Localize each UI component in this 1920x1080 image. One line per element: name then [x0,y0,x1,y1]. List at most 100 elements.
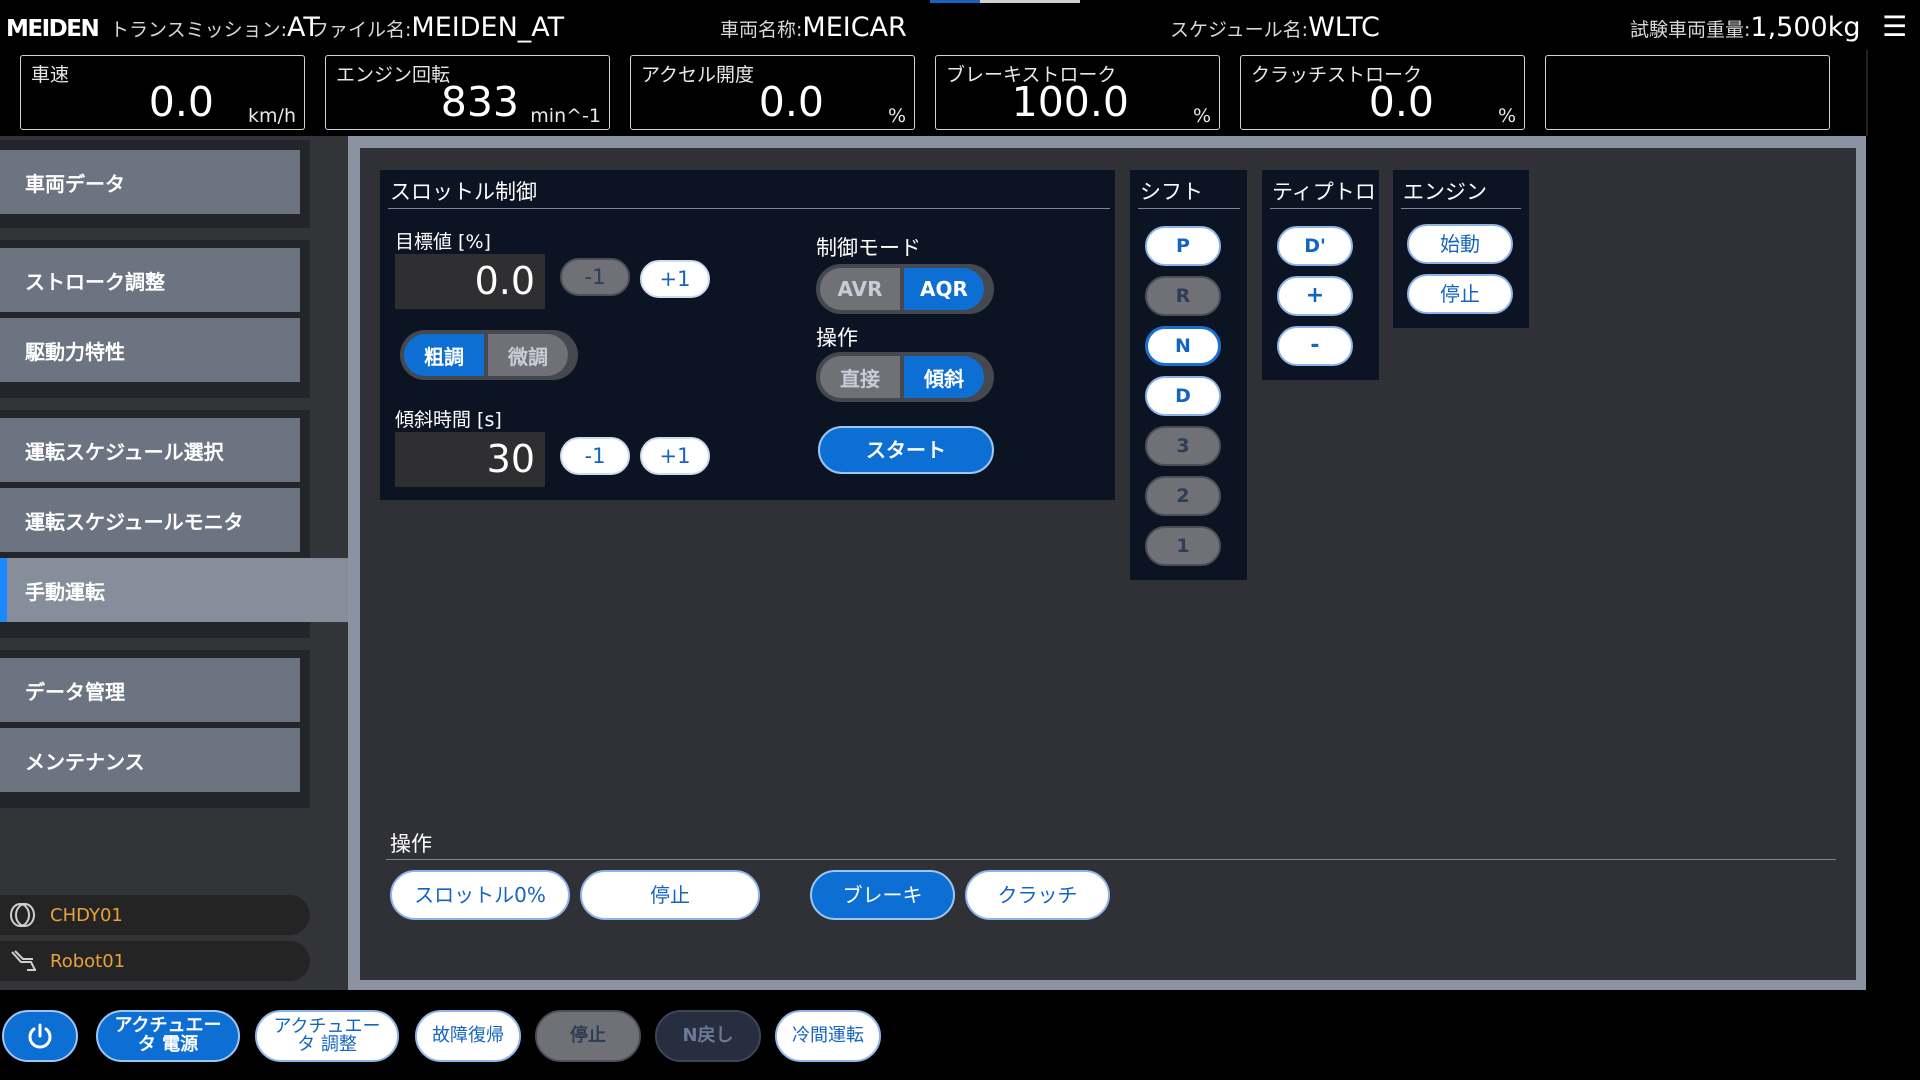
tiptronic-d-prime-button[interactable]: D' [1277,226,1353,266]
panel-title: スロットル制御 [390,180,537,204]
op-direct-option[interactable]: 直接 [820,356,900,398]
device-robot01[interactable]: Robot01 [0,941,310,981]
divider [388,208,1110,209]
gauge-unit: % [1497,105,1516,127]
hamburger-menu-icon[interactable]: ☰ [1882,10,1907,43]
divider [1138,208,1240,209]
target-minus-button[interactable]: -1 [560,258,630,296]
sidebar-item-drive-force[interactable]: 駆動力特性 [0,318,300,382]
transmission-label: トランスミッション: [110,19,288,41]
fault-reset-button[interactable]: 故障復帰 [415,1010,521,1062]
control-mode-toggle[interactable]: AVR AQR [816,264,994,314]
op-ramp-option[interactable]: 傾斜 [904,356,984,398]
schedule-label: スケジュール名: [1170,19,1309,41]
file-value: MEIDEN_AT [411,12,565,43]
meiden-logo: MEIDEN [6,16,100,42]
divider [386,859,1836,860]
sidebar-item-stroke-adjust[interactable]: ストローク調整 [0,248,300,312]
panel-title: エンジン [1403,180,1487,204]
gauge-strip: 車速 0.0 km/h エンジン回転 833 min^-1 アクセル開度 0.0… [0,50,1920,136]
nav-group-data: データ管理 メンテナンス [0,650,310,808]
control-mode-label: 制御モード [816,236,921,260]
brake-button[interactable]: ブレーキ [810,870,955,920]
sidebar-item-label: 車両データ [25,171,125,196]
nav-group-schedule: 運転スケジュール選択 運転スケジュールモニタ 手動運転 [0,410,360,638]
nav-group-adjust: ストローク調整 駆動力特性 [0,240,310,398]
transmission-info: トランスミッション:AT [110,12,320,43]
device-chdy01[interactable]: CHDY01 [0,895,310,935]
file-label: ファイル名: [310,19,412,41]
gauge-unit: min^-1 [530,105,601,127]
sidebar-item-maintenance[interactable]: メンテナンス [0,728,300,792]
vehicle-info: 車両名称:MEICAR [720,12,907,43]
fine-adjust-option[interactable]: 微調 [488,334,568,376]
gear-1-button[interactable]: 1 [1145,526,1221,566]
manual-drive-panel: スロットル制御 目標値 [%] 0.0 -1 +1 粗調 微調 傾斜時間 [s]… [360,148,1856,980]
file-info: ファイル名:MEIDEN_AT [310,12,564,43]
engine-stop-button[interactable]: 停止 [1407,274,1513,314]
gauge-value: 0.0 [148,78,214,126]
gauge-unit: % [887,105,906,127]
gauge-label: 車速 [31,64,70,86]
header-bar: MEIDEN トランスミッション:AT ファイル名:MEIDEN_AT 車両名称… [0,0,1920,50]
gear-d-button[interactable]: D [1145,376,1221,416]
gauge-accelerator: アクセル開度 0.0 % [630,55,915,130]
sidebar: 車両データ ストローク調整 駆動力特性 運転スケジュール選択 運転スケジュールモ… [0,136,360,990]
weight-label: 試験車両重量: [1630,19,1751,41]
divider [1270,208,1372,209]
adjust-toggle[interactable]: 粗調 微調 [400,330,578,380]
ramp-minus-button[interactable]: -1 [560,437,630,475]
sidebar-item-data-management[interactable]: データ管理 [0,658,300,722]
target-value-display: 0.0 [395,254,545,309]
sidebar-item-schedule-select[interactable]: 運転スケジュール選択 [0,418,300,482]
throttle-zero-button[interactable]: スロットル0% [390,870,570,920]
sidebar-item-manual-drive[interactable]: 手動運転 [0,558,360,622]
sidebar-item-label: メンテナンス [25,749,145,774]
gear-2-button[interactable]: 2 [1145,476,1221,516]
sidebar-item-label: 運転スケジュールモニタ [25,509,244,534]
sidebar-item-schedule-monitor[interactable]: 運転スケジュールモニタ [0,488,300,552]
gauge-value: 833 [440,78,519,126]
target-label: 目標値 [%] [395,231,491,253]
n-return-button[interactable]: N戻し [655,1010,761,1062]
cold-run-button[interactable]: 冷間運転 [775,1010,881,1062]
gear-p-button[interactable]: P [1145,226,1221,266]
coarse-adjust-option[interactable]: 粗調 [404,334,484,376]
gear-3-button[interactable]: 3 [1145,426,1221,466]
button-label: アクチュエータ 電源 [114,1015,222,1055]
gauge-vehicle-speed: 車速 0.0 km/h [20,55,305,130]
start-button[interactable]: スタート [818,426,994,474]
mode-aqr-option[interactable]: AQR [904,268,984,310]
bottom-stop-button[interactable]: 停止 [535,1010,641,1062]
target-plus-button[interactable]: +1 [640,260,710,298]
engine-start-button[interactable]: 始動 [1407,224,1513,264]
actuator-power-button[interactable]: アクチュエータ 電源 [96,1010,240,1062]
throttle-control-panel: スロットル制御 目標値 [%] 0.0 -1 +1 粗調 微調 傾斜時間 [s]… [380,170,1115,500]
gauge-unit: % [1192,105,1211,127]
tiptronic-plus-button[interactable]: + [1277,276,1353,316]
divider [1866,50,1868,136]
panel-title: ティプトロ [1272,180,1376,204]
mode-avr-option[interactable]: AVR [820,268,900,310]
sidebar-item-vehicle-data[interactable]: 車両データ [0,150,300,214]
gear-r-button[interactable]: R [1145,276,1221,316]
weight-info: 試験車両重量:1,500kg [1630,12,1860,43]
vehicle-label: 車両名称: [720,19,803,41]
power-button[interactable] [2,1010,78,1062]
gear-n-button[interactable]: N [1145,326,1221,366]
schedule-value: WLTC [1308,12,1380,43]
robot-arm-icon [11,950,36,971]
sidebar-item-label: 運転スケジュール選択 [25,439,224,464]
nav-group-vehicle: 車両データ [0,140,310,228]
shift-panel: シフト P R N D 3 2 1 [1130,170,1247,580]
clutch-button[interactable]: クラッチ [965,870,1110,920]
operations-stop-button[interactable]: 停止 [580,870,760,920]
power-icon [28,1023,52,1049]
device-label: CHDY01 [50,904,123,926]
ramp-plus-button[interactable]: +1 [640,437,710,475]
page-indicator [930,0,1080,3]
weight-value: 1,500kg [1750,12,1861,43]
tiptronic-minus-button[interactable]: - [1277,326,1353,366]
operation-toggle[interactable]: 直接 傾斜 [816,352,994,402]
actuator-adjust-button[interactable]: アクチュエータ 調整 [255,1010,399,1062]
